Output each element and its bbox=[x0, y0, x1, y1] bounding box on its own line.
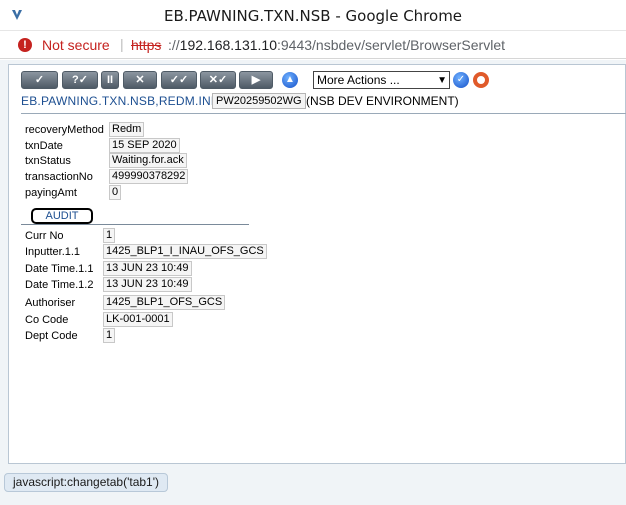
field-value-paying-amt: 0 bbox=[109, 185, 122, 200]
url-separator: | bbox=[120, 36, 124, 52]
audit-label-date-time-1: Date Time.1.1 bbox=[25, 263, 94, 275]
up-arrow-icon[interactable]: ▲ bbox=[282, 72, 298, 88]
more-actions-selected: More Actions ... bbox=[317, 73, 400, 87]
url-rest-prefix: :// bbox=[168, 37, 180, 53]
field-label-recovery-method: recoveryMethod bbox=[25, 124, 104, 136]
chevron-down-icon: ▼ bbox=[437, 75, 447, 86]
record-id-field[interactable]: PW20259502WG bbox=[212, 93, 306, 109]
field-value-txn-date: 15 SEP 2020 bbox=[109, 138, 180, 153]
field-value-txn-status: Waiting.for.ack bbox=[109, 153, 187, 168]
next-button[interactable]: ▶ bbox=[239, 71, 273, 89]
content-panel: ✓ ?✓ II ✕ ✓✓ ✕✓ ▶ ▲ More Actions ... ▼ ✓… bbox=[8, 64, 626, 464]
field-label-transaction-no: transactionNo bbox=[25, 171, 93, 183]
url-host: 192.168.131.10 bbox=[179, 37, 277, 53]
audit-divider bbox=[21, 224, 249, 225]
application-name: EB.PAWNING.TXN.NSB,REDM.INPUT bbox=[21, 94, 236, 108]
audit-label-authoriser: Authoriser bbox=[25, 297, 76, 309]
address-bar[interactable]: ! Not secure | https ://192.168.131.10:9… bbox=[0, 31, 626, 59]
authorise-button[interactable]: ✓✓ bbox=[161, 71, 197, 89]
reverse-button[interactable]: ✕✓ bbox=[200, 71, 236, 89]
field-value-transaction-no: 499990378292 bbox=[109, 169, 189, 184]
validate-button[interactable]: ?✓ bbox=[62, 71, 98, 89]
audit-label-co-code: Co Code bbox=[25, 314, 69, 326]
page-area: ✓ ?✓ II ✕ ✓✓ ✕✓ ▶ ▲ More Actions ... ▼ ✓… bbox=[0, 60, 626, 505]
audit-value-curr-no: 1 bbox=[103, 228, 116, 243]
audit-label-dept-code: Dept Code bbox=[25, 330, 78, 342]
field-label-paying-amt: payingAmt bbox=[25, 187, 77, 199]
not-secure-label[interactable]: Not secure bbox=[42, 37, 110, 53]
url-path: :9443/nsbdev/servlet/BrowserServlet bbox=[277, 37, 505, 53]
audit-label-date-time-2: Date Time.1.2 bbox=[25, 279, 94, 291]
more-actions-select[interactable]: More Actions ... ▼ bbox=[313, 71, 450, 89]
window-title: EB.PAWNING.TXN.NSB - Google Chrome bbox=[163, 7, 463, 25]
delete-button[interactable]: ✕ bbox=[123, 71, 157, 89]
field-label-txn-status: txnStatus bbox=[25, 155, 71, 167]
environment-label: (NSB DEV ENVIRONMENT) bbox=[306, 94, 459, 108]
tab-audit[interactable]: AUDIT bbox=[31, 208, 93, 224]
lifebuoy-icon[interactable] bbox=[473, 72, 489, 88]
status-bar: javascript:changetab('tab1') bbox=[4, 473, 168, 492]
audit-value-date-time-2: 13 JUN 23 10:49 bbox=[103, 277, 192, 292]
audit-value-dept-code: 1 bbox=[103, 328, 116, 343]
hold-button[interactable]: II bbox=[101, 71, 119, 89]
warning-icon[interactable]: ! bbox=[18, 38, 32, 52]
commit-button[interactable]: ✓ bbox=[21, 71, 58, 89]
go-icon[interactable]: ✓ bbox=[453, 72, 469, 88]
audit-value-date-time-1: 13 JUN 23 10:49 bbox=[103, 261, 192, 276]
audit-value-inputter: 1425_BLP1_I_INAU_OFS_GCS bbox=[103, 244, 267, 259]
audit-value-authoriser: 1425_BLP1_OFS_GCS bbox=[103, 295, 226, 310]
audit-label-curr-no: Curr No bbox=[25, 230, 64, 242]
audit-value-co-code: LK-001-0001 bbox=[103, 312, 173, 327]
field-value-recovery-method: Redm bbox=[109, 122, 145, 137]
window-titlebar: EB.PAWNING.TXN.NSB - Google Chrome bbox=[0, 0, 626, 31]
field-label-txn-date: txnDate bbox=[25, 140, 63, 152]
audit-label-inputter: Inputter.1.1 bbox=[25, 246, 81, 258]
url-text[interactable]: ://192.168.131.10:9443/nsbdev/servlet/Br… bbox=[168, 37, 505, 53]
header-divider bbox=[21, 113, 626, 114]
url-scheme[interactable]: https bbox=[131, 37, 161, 53]
